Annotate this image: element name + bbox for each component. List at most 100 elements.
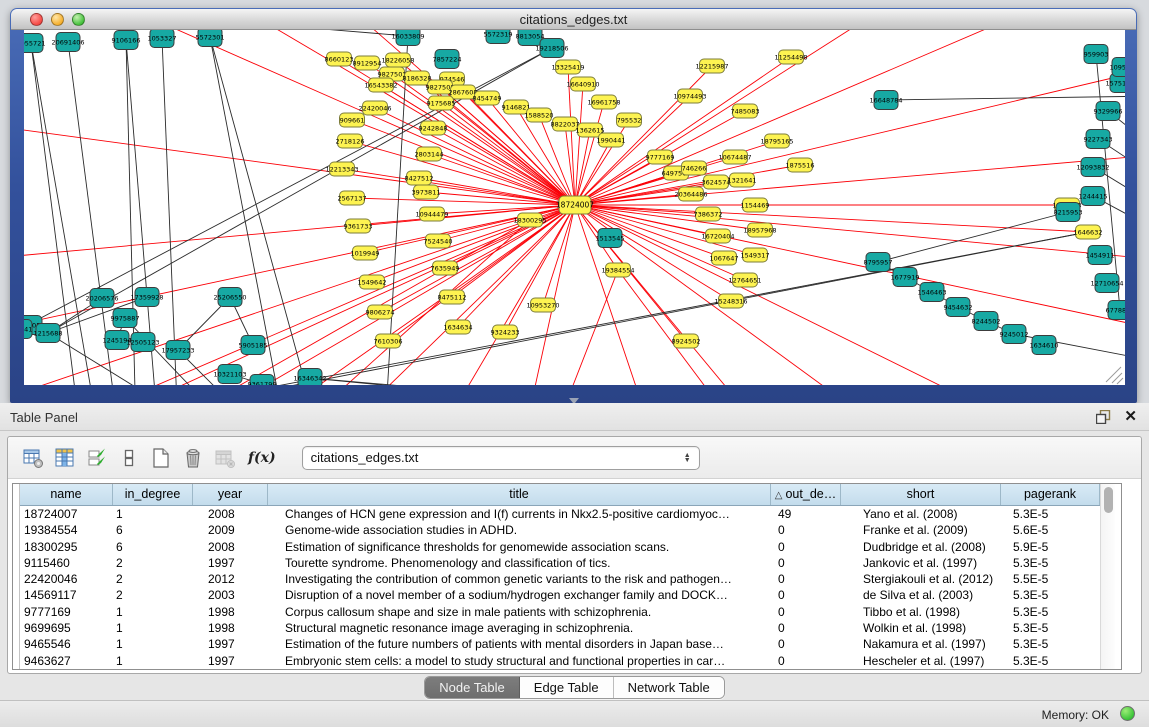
tab-network-table[interactable]: Network Table [614, 677, 724, 698]
graph-node[interactable]: 8912954 [353, 56, 382, 70]
scrollbar-thumb[interactable] [1104, 487, 1113, 513]
graph-node[interactable]: 9106166 [112, 31, 141, 50]
graph-node[interactable]: 16640910 [566, 77, 599, 91]
graph-node[interactable]: 1646632 [1074, 225, 1103, 239]
graph-node[interactable]: 12215987 [695, 59, 728, 73]
graph-node[interactable]: 5572319 [484, 30, 513, 44]
graph-node[interactable]: 8795957 [864, 253, 893, 272]
graph-node[interactable]: 1154469 [741, 198, 770, 212]
graph-node[interactable]: 19384554 [601, 263, 634, 277]
graph-node[interactable]: 11254498 [774, 50, 807, 64]
graph-node[interactable]: 746266 [682, 161, 707, 175]
resize-grip-icon[interactable] [1117, 378, 1123, 384]
graph-node[interactable]: 9227343 [1084, 130, 1113, 149]
graph-node[interactable]: 1549642 [358, 275, 387, 289]
table-row[interactable]: 2242004622012Investigating the contribut… [20, 571, 1100, 587]
graph-node[interactable]: 1019949 [351, 246, 380, 260]
float-panel-icon[interactable] [1096, 410, 1111, 424]
graph-node[interactable]: 12764651 [728, 273, 761, 287]
new-table-button[interactable] [148, 445, 174, 471]
graph-node[interactable]: 1875516 [786, 158, 815, 172]
table-selector-combobox[interactable]: citations_edges.txt ▲▼ [302, 446, 700, 470]
table-row[interactable]: 969969511998Structural magnetic resonanc… [20, 620, 1100, 636]
graph-node[interactable]: 8475112 [438, 290, 467, 304]
graph-node[interactable]: 2803144 [415, 147, 444, 161]
graph-node[interactable]: 8244502 [972, 312, 1001, 331]
merge-cells-button[interactable] [116, 445, 142, 471]
graph-node[interactable]: 1588520 [525, 108, 554, 122]
graph-node[interactable]: 1513545 [596, 229, 625, 248]
graph-node[interactable]: 17359928 [130, 288, 163, 307]
graph-node[interactable]: 10321103 [213, 365, 246, 384]
table-row[interactable]: 911546021997Tourette syndrome. Phenomeno… [20, 555, 1100, 571]
column-header-title[interactable]: title [268, 484, 771, 505]
graph-node[interactable]: 16543382 [364, 78, 397, 92]
network-window-titlebar[interactable]: citations_edges.txt [11, 9, 1136, 30]
graph-node[interactable]: 3973811 [412, 185, 441, 199]
graph-node[interactable]: 2567137 [338, 191, 367, 205]
graph-node[interactable]: 20364486 [674, 187, 707, 201]
graph-node[interactable]: 9329966 [1094, 102, 1123, 121]
graph-node[interactable]: 7635949 [431, 261, 460, 275]
graph-node[interactable]: 9175685 [427, 96, 456, 110]
graph-node[interactable]: 9806274 [366, 305, 395, 319]
graph-node[interactable]: 2718126 [336, 134, 365, 148]
graph-node[interactable]: 1053327 [148, 30, 177, 48]
graph-node[interactable]: 909661 [340, 113, 365, 127]
graph-node[interactable]: 13325419 [551, 60, 584, 74]
graph-node[interactable]: 16720404 [701, 229, 734, 243]
graph-node[interactable]: 20206576 [85, 289, 118, 308]
graph-node[interactable]: 10953270 [526, 298, 559, 312]
graph-node[interactable]: 7485083 [731, 104, 760, 118]
graph-node[interactable]: 1215688 [34, 324, 63, 343]
graph-node[interactable]: 6778801 [1106, 301, 1125, 320]
column-header-name[interactable]: name [20, 484, 113, 505]
graph-node[interactable]: 795532 [617, 113, 642, 127]
graph-node[interactable]: 8427512 [405, 171, 434, 185]
table-options-button[interactable] [20, 445, 46, 471]
graph-node[interactable]: 12213343 [325, 162, 358, 176]
table-row[interactable]: 1456911722003Disruption of a novel membe… [20, 587, 1100, 603]
delete-table-button[interactable] [212, 445, 238, 471]
graph-node[interactable]: 25206550 [213, 288, 246, 307]
graph-node[interactable]: 8660123 [325, 52, 354, 66]
graph-node[interactable]: 10944479 [415, 207, 448, 221]
graph-node[interactable]: 1095213 [1110, 58, 1125, 77]
show-columns-button[interactable] [52, 445, 78, 471]
column-header-out_de[interactable]: △out_de… [771, 484, 841, 505]
graph-node[interactable]: 1454911 [1086, 246, 1115, 265]
tab-edge-table[interactable]: Edge Table [520, 677, 614, 698]
graph-node[interactable]: 1244415 [1079, 187, 1108, 206]
graph-node[interactable]: 16648784 [869, 91, 902, 110]
graph-node[interactable]: 5572301 [196, 30, 225, 47]
graph-node[interactable]: 16033809 [391, 30, 424, 46]
network-graph[interactable]: 1872400786601238912954182260589827503165… [24, 30, 1125, 385]
graph-node[interactable]: 1990441 [597, 133, 626, 147]
graph-node[interactable]: 18795165 [760, 134, 793, 148]
graph-node[interactable]: 9361799 [248, 375, 277, 386]
table-row[interactable]: 946554611997Estimation of the future num… [20, 636, 1100, 652]
graph-node[interactable]: 391541 [24, 320, 32, 339]
graph-node[interactable]: 1321641 [728, 173, 757, 187]
graph-node[interactable]: 19218506 [535, 39, 568, 58]
column-header-pagerank[interactable]: pagerank [1001, 484, 1100, 505]
function-builder-button[interactable]: f(x) [248, 450, 276, 466]
graph-node[interactable]: 9245012 [1000, 325, 1029, 344]
graph-node[interactable]: 7857224 [433, 50, 462, 69]
graph-node[interactable]: 9361733 [344, 219, 373, 233]
graph-node[interactable]: 9242848 [419, 121, 448, 135]
graph-node[interactable]: 12710654 [1090, 274, 1123, 293]
graph-node[interactable]: 9975887 [111, 309, 140, 328]
column-header-short[interactable]: short [841, 484, 1001, 505]
graph-node[interactable]: 7386372 [694, 207, 723, 221]
graph-node[interactable]: 7610306 [374, 334, 403, 348]
graph-node[interactable]: 18957968 [743, 223, 776, 237]
graph-node[interactable]: 15248316 [714, 294, 747, 308]
select-columns-button[interactable] [84, 445, 110, 471]
graph-node[interactable]: 5905185 [239, 336, 268, 355]
table-row[interactable]: 946362711997Embryonic stem cells: a mode… [20, 653, 1100, 669]
graph-node[interactable]: 22420046 [358, 101, 391, 115]
column-header-year[interactable]: year [193, 484, 268, 505]
table-row[interactable]: 977716911998Corpus callosum shape and si… [20, 604, 1100, 620]
graph-node[interactable]: 959903 [1084, 45, 1109, 64]
